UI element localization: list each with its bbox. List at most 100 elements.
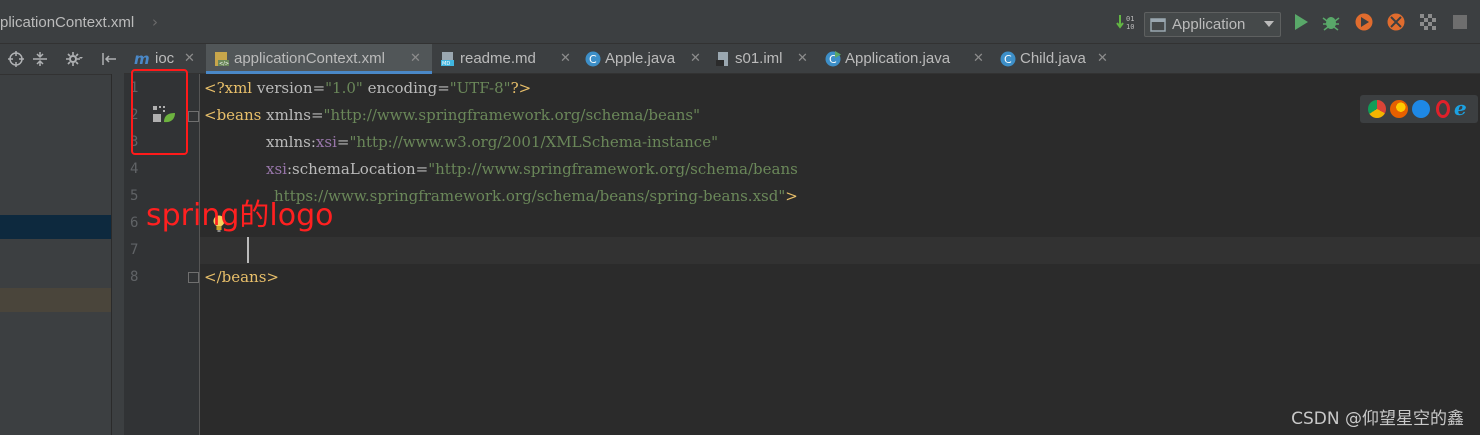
close-icon[interactable]: ✕ — [1097, 51, 1108, 66]
chrome-icon[interactable] — [1368, 100, 1386, 118]
svg-text:</>: </> — [219, 61, 229, 67]
fold-marker-icon[interactable] — [188, 111, 199, 122]
code-line-4: xsi:schemaLocation="http://www.springfra… — [266, 160, 798, 178]
watermark: CSDN @仰望星空的鑫 — [1291, 409, 1464, 429]
navigation-bar: plicationContext.xml › 01 10 Application — [0, 0, 1480, 44]
beans-close-tag: </beans> — [204, 268, 279, 286]
chevron-down-icon — [1264, 21, 1274, 27]
code-line-8: </beans> — [204, 268, 279, 286]
line-number: 5 — [130, 188, 139, 204]
breadcrumb-chevron-icon: › — [152, 13, 158, 31]
project-tree-selected-row[interactable] — [0, 215, 112, 239]
svg-text:C: C — [589, 53, 597, 66]
breadcrumb-file[interactable]: plicationContext.xml — [0, 14, 134, 31]
tag-close-bracket: > — [785, 187, 798, 205]
profiler-icon[interactable] — [1386, 12, 1406, 32]
current-line-highlight — [200, 237, 1480, 264]
locate-icon[interactable] — [7, 50, 25, 68]
xml-declaration-close: ?> — [510, 79, 532, 97]
project-tree-highlight-row[interactable] — [0, 288, 112, 312]
project-panel — [0, 44, 124, 435]
attr-schema-location: :schemaLocation= — [286, 160, 429, 178]
safari-icon[interactable] — [1412, 100, 1430, 118]
run-configuration-select[interactable]: Application — [1144, 12, 1281, 37]
line-number: 6 — [130, 215, 139, 231]
value-schema-location-xsd: https://www.springframework.org/schema/b… — [274, 187, 786, 205]
text-caret — [247, 237, 249, 263]
tab-application-java[interactable]: C Application.java ✕ — [817, 44, 992, 74]
internet-explorer-icon[interactable]: e — [1454, 98, 1472, 118]
close-icon[interactable]: ✕ — [797, 51, 808, 66]
xml-declaration-open: <?xml — [204, 79, 257, 97]
code-line-5: https://www.springframework.org/schema/b… — [274, 187, 798, 205]
close-icon[interactable]: ✕ — [184, 51, 195, 66]
tab-label: Application.java — [845, 50, 951, 67]
line-number: 8 — [130, 269, 139, 285]
settings-gear-icon[interactable] — [65, 50, 83, 68]
tab-label: Child.java — [1020, 50, 1086, 67]
close-icon[interactable]: ✕ — [410, 51, 421, 66]
class-icon: C — [585, 51, 601, 67]
fold-marker-icon[interactable] — [188, 272, 199, 283]
annotation-highlight-box — [131, 69, 188, 155]
svg-text:m: m — [134, 51, 150, 67]
editor-tabs: m ioc ✕ </> applicationContext.xml ✕ MD … — [124, 44, 1480, 74]
close-icon[interactable]: ✕ — [560, 51, 571, 66]
iml-file-icon — [716, 52, 728, 66]
tab-label: ioc — [155, 50, 175, 67]
svg-text:MD: MD — [442, 61, 450, 67]
markdown-icon: MD — [441, 52, 454, 67]
project-panel-toolbar — [0, 44, 124, 75]
close-icon[interactable]: ✕ — [973, 51, 984, 66]
attr-xmlns: xmlns= — [266, 106, 324, 124]
project-panel-scrollbar[interactable] — [111, 74, 124, 435]
stop-icon[interactable] — [1450, 12, 1470, 32]
attr-encoding: encoding= — [362, 79, 450, 97]
spring-xml-icon: </> — [215, 52, 229, 67]
hide-panel-icon[interactable] — [100, 50, 118, 68]
value-schema-location: "http://www.springframework.org/schema/b… — [428, 160, 798, 178]
code-line-1: <?xml version="1.0" encoding="UTF-8"?> — [204, 79, 531, 97]
line-number: 7 — [130, 242, 139, 258]
application-config-icon — [1150, 18, 1166, 32]
build-icon[interactable] — [1418, 12, 1438, 32]
svg-text:10: 10 — [1126, 23, 1134, 31]
run-with-coverage-icon[interactable] — [1354, 12, 1374, 32]
tab-child-java[interactable]: C Child.java ✕ — [992, 44, 1118, 74]
tab-applicationcontext-xml[interactable]: </> applicationContext.xml ✕ — [206, 44, 432, 74]
close-icon[interactable]: ✕ — [690, 51, 701, 66]
tab-label: readme.md — [460, 50, 536, 67]
tab-apple-java[interactable]: C Apple.java ✕ — [577, 44, 707, 74]
tab-readme-md[interactable]: MD readme.md ✕ — [432, 44, 577, 74]
value-encoding: "UTF-8" — [449, 79, 511, 97]
svg-text:01: 01 — [1126, 15, 1134, 23]
module-icon: m — [134, 51, 150, 67]
value-xmlns: "http://www.springframework.org/schema/b… — [323, 106, 701, 124]
namespace-xsi: xsi — [266, 160, 287, 178]
tab-label: Apple.java — [605, 50, 676, 67]
tab-s01-iml[interactable]: s01.iml ✕ — [707, 44, 817, 74]
run-icon[interactable] — [1291, 12, 1311, 32]
equals-sign: = — [336, 133, 350, 151]
collapse-all-icon[interactable] — [31, 50, 49, 68]
firefox-icon[interactable] — [1390, 100, 1408, 118]
value-version: "1.0" — [325, 79, 363, 97]
tab-label: s01.iml — [735, 50, 783, 67]
run-configuration-label: Application — [1172, 16, 1246, 33]
beans-open-tag: <beans — [204, 106, 267, 124]
debug-icon[interactable] — [1321, 12, 1341, 32]
attr-xmlns-xsi: xmlns: — [266, 133, 316, 151]
annotation-text: spring的logo — [146, 198, 334, 233]
code-line-2: <beans xmlns="http://www.springframework… — [204, 106, 700, 124]
opera-icon[interactable] — [1436, 100, 1450, 118]
class-run-icon: C — [825, 51, 841, 67]
svg-text:C: C — [1004, 53, 1012, 66]
line-number: 4 — [130, 161, 139, 177]
value-xmlns-xsi: "http://www.w3.org/2001/XMLSchema-instan… — [349, 133, 718, 151]
tab-label: applicationContext.xml — [234, 50, 385, 67]
code-line-3: xmlns:xsi="http://www.w3.org/2001/XMLSch… — [266, 133, 718, 151]
sort-icon[interactable]: 01 10 — [1116, 12, 1136, 32]
attr-version: version= — [256, 79, 326, 97]
namespace-xsi: xsi — [315, 133, 337, 151]
browser-preview-toolbar: e — [1360, 95, 1478, 123]
